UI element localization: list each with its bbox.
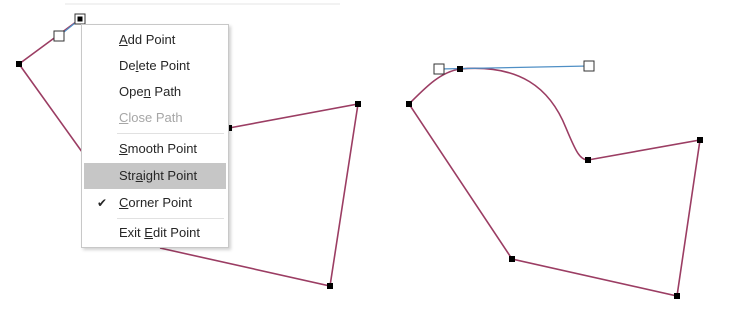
menu-item-label-pre: Ope [119, 84, 144, 99]
right-vertex[interactable] [509, 256, 515, 262]
menu-item-add-point[interactable]: Add Point [84, 27, 226, 53]
right-handle-square-left[interactable] [433, 63, 445, 75]
menu-item-label-pre: De [119, 58, 136, 73]
menu-item-delete-point[interactable]: Delete Point [84, 53, 226, 79]
right-vertex[interactable] [585, 157, 591, 163]
left-vertex[interactable] [355, 101, 361, 107]
left-selected-vertex-inner [77, 16, 83, 22]
menu-item-label-post: Path [150, 84, 182, 99]
left-vertex[interactable] [327, 283, 333, 289]
menu-item-accelerator: E [144, 225, 153, 240]
menu-item-accelerator: a [135, 168, 143, 183]
menu-item-label-pre: Exit [119, 225, 145, 240]
menu-item-label-post: orner Point [128, 195, 192, 210]
menu-item-label-post: ete Point [138, 58, 190, 73]
left-vertex[interactable] [16, 61, 22, 67]
menu-item-straight-point[interactable]: Straight Point [84, 163, 226, 189]
menu-item-label-post: ight Point [142, 168, 198, 183]
right-handle-square-right[interactable] [583, 60, 595, 72]
menu-item-smooth-point[interactable]: Smooth Point [84, 136, 226, 162]
menu-item-accelerator: C [119, 195, 129, 210]
right-vertex[interactable] [697, 137, 703, 143]
menu-item-label-post: mooth Point [127, 141, 198, 156]
menu-item-accelerator: C [119, 110, 129, 125]
left-handle-square[interactable] [53, 30, 65, 42]
menu-item-label-post: lose Path [128, 110, 183, 125]
right-shape [406, 60, 703, 299]
checkmark-icon: ✔ [96, 196, 108, 210]
right-vertex[interactable] [457, 66, 463, 72]
right-vertex[interactable] [406, 101, 412, 107]
context-menu: Add Point Delete Point Open Path Close P… [81, 24, 229, 248]
menu-item-label-pre: Str [119, 168, 136, 183]
menu-separator [117, 218, 224, 219]
menu-item-open-path[interactable]: Open Path [84, 79, 226, 105]
right-vertex[interactable] [674, 293, 680, 299]
menu-item-label-post: dit Point [152, 225, 200, 240]
menu-item-accelerator: A [119, 32, 128, 47]
menu-item-close-path: Close Path [84, 105, 226, 131]
menu-separator [117, 133, 224, 134]
menu-item-corner-point[interactable]: ✔ Corner Point [84, 190, 226, 216]
menu-item-label-post: dd Point [127, 32, 176, 47]
menu-item-exit-edit-point[interactable]: Exit Edit Point [84, 220, 226, 246]
right-shape-path [407, 67, 701, 297]
menu-item-accelerator: n [143, 84, 151, 99]
menu-item-accelerator: S [119, 141, 128, 156]
